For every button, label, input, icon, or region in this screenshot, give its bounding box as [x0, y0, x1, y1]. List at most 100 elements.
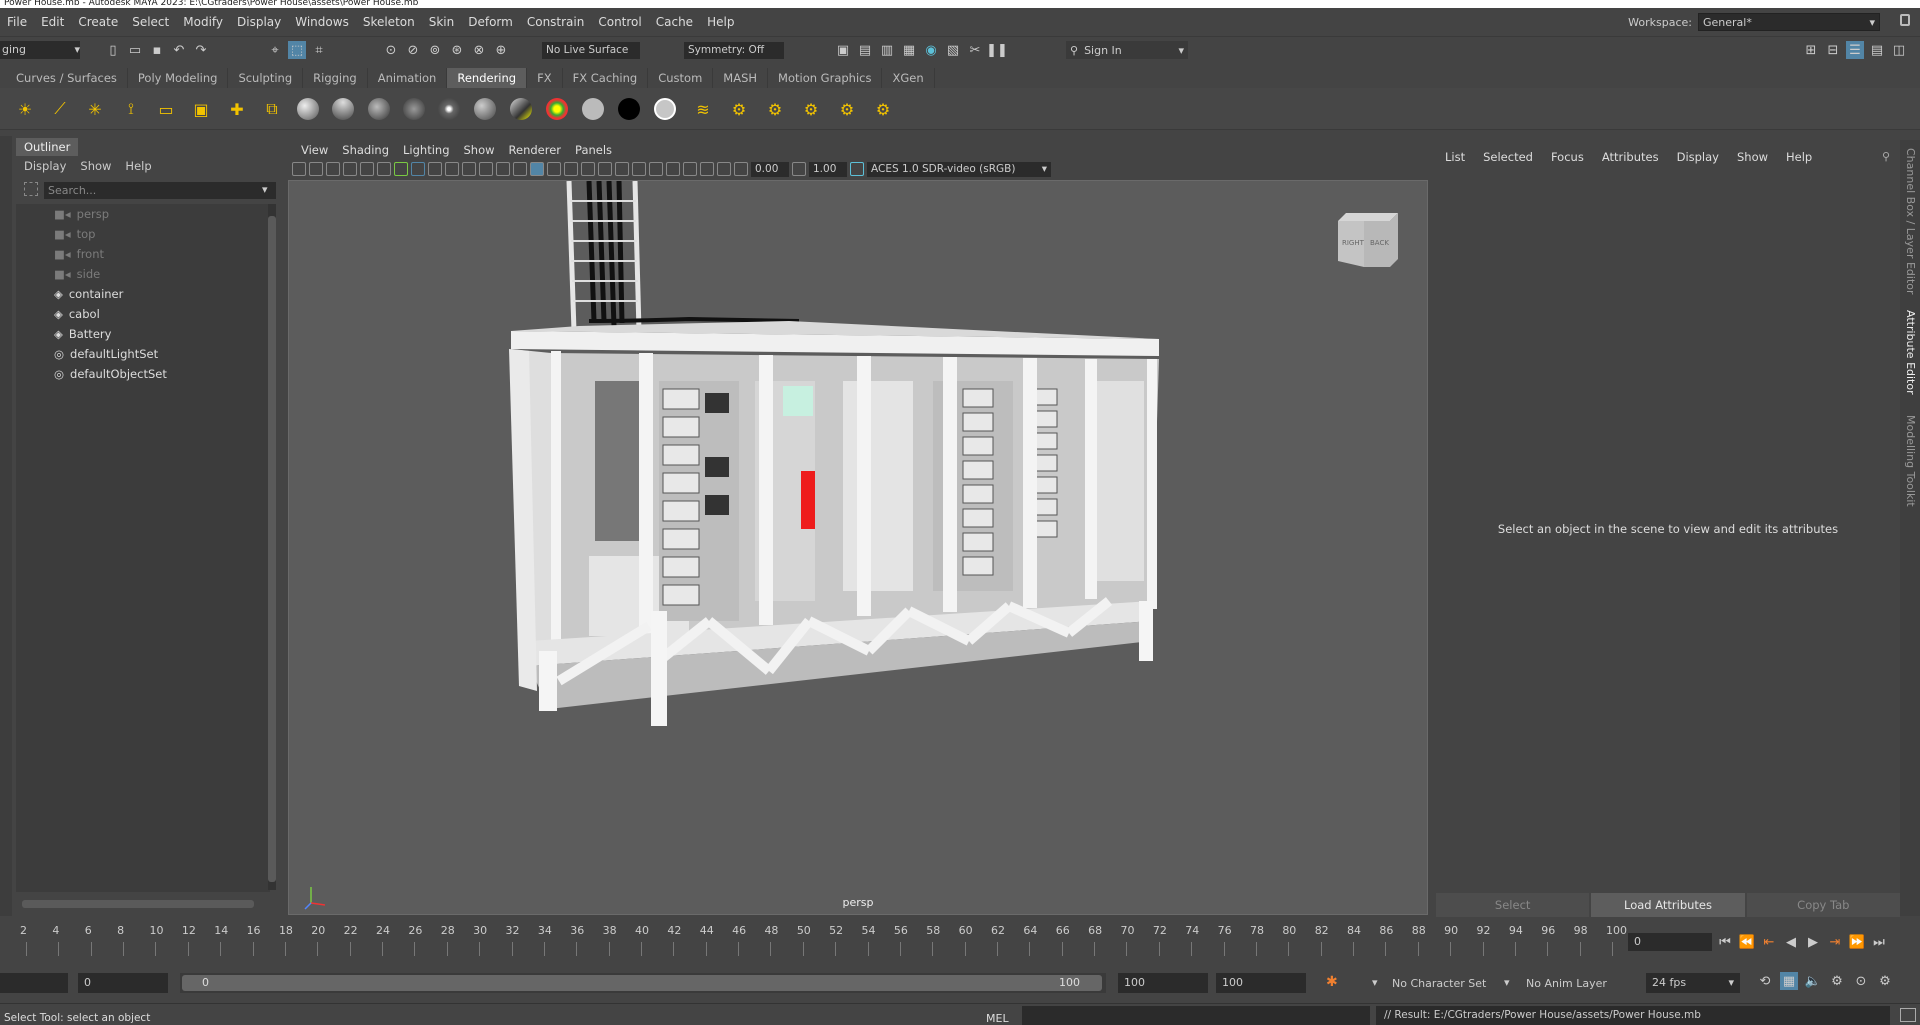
snap-grid-icon[interactable]: ⊙	[382, 41, 400, 59]
menu-skeleton[interactable]: Skeleton	[356, 15, 422, 29]
go-to-end-icon[interactable]: ⏭	[1870, 933, 1888, 951]
gray-material-icon[interactable]	[652, 96, 678, 122]
redo-icon[interactable]: ↷	[192, 41, 210, 59]
outliner-title[interactable]: Outliner	[16, 138, 79, 156]
render-frame-icon[interactable]: ▤	[856, 41, 874, 59]
outliner-filter-icon[interactable]	[24, 182, 38, 196]
motion-blur-icon[interactable]	[632, 162, 646, 176]
attribute-editor-icon[interactable]: ⊟	[1824, 41, 1842, 59]
animation-end-field[interactable]: 100	[1216, 973, 1306, 993]
outliner-item-defaultobjectset[interactable]: ◎ defaultObjectSet	[16, 364, 270, 384]
go-to-start-icon[interactable]: ⏮	[1716, 933, 1734, 951]
playback-end-field[interactable]: 100	[1118, 973, 1208, 993]
script-editor-icon[interactable]	[1900, 1008, 1916, 1022]
anim-prefs-icon[interactable]: ⚙	[1828, 972, 1846, 990]
menu-windows[interactable]: Windows	[288, 15, 356, 29]
animation-start-field[interactable]	[0, 973, 68, 993]
ramp-shader-icon[interactable]	[472, 96, 498, 122]
menu-skin[interactable]: Skin	[422, 15, 462, 29]
outliner-item-front[interactable]: ■◂ front	[16, 244, 270, 264]
2d-pan-zoom-icon[interactable]	[360, 162, 374, 176]
light-linking-icon[interactable]: ✚	[224, 96, 250, 122]
ramp-texture-icon[interactable]	[544, 96, 570, 122]
ambient-occlusion-icon[interactable]	[615, 162, 629, 176]
outliner-menu-help[interactable]: Help	[125, 156, 151, 176]
bookmark-icon[interactable]	[326, 162, 340, 176]
tab-attribute-editor[interactable]: Attribute Editor	[1904, 310, 1917, 395]
shelf-tab-custom[interactable]: Custom	[648, 68, 714, 88]
standard-surface-icon[interactable]	[508, 96, 534, 122]
tab-channel-box[interactable]: Channel Box / Layer Editor	[1904, 148, 1917, 295]
volume-light-icon[interactable]: ▣	[188, 96, 214, 122]
sound-icon[interactable]: 🔈	[1804, 972, 1822, 990]
gamma-icon[interactable]	[792, 162, 806, 176]
use-all-lights-icon[interactable]	[581, 162, 595, 176]
ae-menu-selected[interactable]: Selected	[1474, 150, 1542, 164]
shelf-tab-animation[interactable]: Animation	[368, 68, 448, 88]
ae-menu-show[interactable]: Show	[1728, 150, 1777, 164]
ipr-icon[interactable]: ⚙	[870, 96, 896, 122]
safe-title-icon[interactable]	[496, 162, 510, 176]
color-space-dropdown[interactable]: ACES 1.0 SDR-video (sRGB) ▾	[867, 161, 1051, 177]
field-chart-icon[interactable]	[462, 162, 476, 176]
hypershade-icon[interactable]: ◉	[922, 41, 940, 59]
phonge-material-icon[interactable]	[401, 96, 427, 122]
outliner-scroll-thumb[interactable]	[268, 216, 276, 882]
film-gate-icon[interactable]	[411, 162, 425, 176]
save-scene-icon[interactable]: ▪	[148, 41, 166, 59]
playback-start-field[interactable]: 0	[78, 973, 168, 993]
fps-dropdown[interactable]: 24 fps ▾	[1646, 973, 1740, 993]
menu-file[interactable]: File	[0, 15, 34, 29]
lambert-material-icon[interactable]	[330, 96, 356, 122]
light-editor-icon[interactable]: ⧉	[259, 96, 285, 122]
cache-playback-icon[interactable]: ▦	[1780, 972, 1798, 990]
shelf-tab-fx-caching[interactable]: FX Caching	[563, 68, 649, 88]
modeling-toolkit-icon[interactable]: ⊞	[1802, 41, 1820, 59]
view-cube[interactable]: RIGHT BACK	[1338, 213, 1398, 269]
play-backwards-icon[interactable]: ◀	[1782, 933, 1800, 951]
menu-modify[interactable]: Modify	[176, 15, 230, 29]
viewport-3d[interactable]	[288, 180, 1428, 915]
pin-icon[interactable]: ⚲	[1882, 150, 1890, 163]
snap-view-plane-icon[interactable]: ⊛	[448, 41, 466, 59]
viewport-menu-panels[interactable]: Panels	[568, 143, 619, 157]
camera-attributes-icon[interactable]	[309, 162, 323, 176]
exposure-icon[interactable]	[734, 162, 748, 176]
point-light-icon[interactable]: ✳	[82, 96, 108, 122]
step-forward-key-icon[interactable]: ⇥	[1826, 933, 1844, 951]
xray-joints-icon[interactable]	[717, 162, 731, 176]
textured-icon[interactable]	[564, 162, 578, 176]
snap-pivot-icon[interactable]: ⊕	[492, 41, 510, 59]
viewport-menu-view[interactable]: View	[294, 143, 335, 157]
tab-modelling-toolkit[interactable]: Modelling Toolkit	[1904, 415, 1917, 507]
ae-menu-help[interactable]: Help	[1777, 150, 1821, 164]
snap-point-icon[interactable]: ⊚	[426, 41, 444, 59]
symmetry-dropdown[interactable]: Symmetry: Off	[684, 42, 784, 59]
render-sequence-icon[interactable]: ⚙	[834, 96, 860, 122]
undo-icon[interactable]: ↶	[170, 41, 188, 59]
viewport-menu-lighting[interactable]: Lighting	[396, 143, 456, 157]
menu-select[interactable]: Select	[125, 15, 176, 29]
wireframe-on-shaded-icon[interactable]	[547, 162, 561, 176]
menu-control[interactable]: Control	[591, 15, 648, 29]
select-by-component-icon[interactable]: ⌗	[310, 41, 328, 59]
ipr-render-icon[interactable]: ▥	[878, 41, 896, 59]
mel-input[interactable]	[1022, 1006, 1370, 1025]
channel-box-icon[interactable]: ▤	[1868, 41, 1886, 59]
ambient-light-icon[interactable]: ☀	[12, 96, 38, 122]
gate-mask-icon[interactable]	[445, 162, 459, 176]
directional-light-icon[interactable]: ⟋	[47, 96, 73, 122]
shelf-tab-rigging[interactable]: Rigging	[303, 68, 368, 88]
shadows-icon[interactable]	[598, 162, 612, 176]
shelf-tab-mash[interactable]: MASH	[713, 68, 769, 88]
batch-render-icon[interactable]: ⚙	[798, 96, 824, 122]
surface-shader-icon[interactable]	[436, 96, 462, 122]
open-scene-icon[interactable]: ▭	[126, 41, 144, 59]
viewport-menu-renderer[interactable]: Renderer	[502, 143, 569, 157]
step-back-key-icon[interactable]: ⇤	[1760, 933, 1778, 951]
workspace-dropdown[interactable]: General* ▾	[1698, 13, 1880, 31]
loop-icon[interactable]: ⟲	[1756, 972, 1774, 990]
auto-key-icon[interactable]: ✱	[1326, 974, 1338, 990]
hypershade-icon[interactable]: ⚙	[762, 96, 788, 122]
copy-tab-button[interactable]: Copy Tab	[1746, 893, 1900, 917]
